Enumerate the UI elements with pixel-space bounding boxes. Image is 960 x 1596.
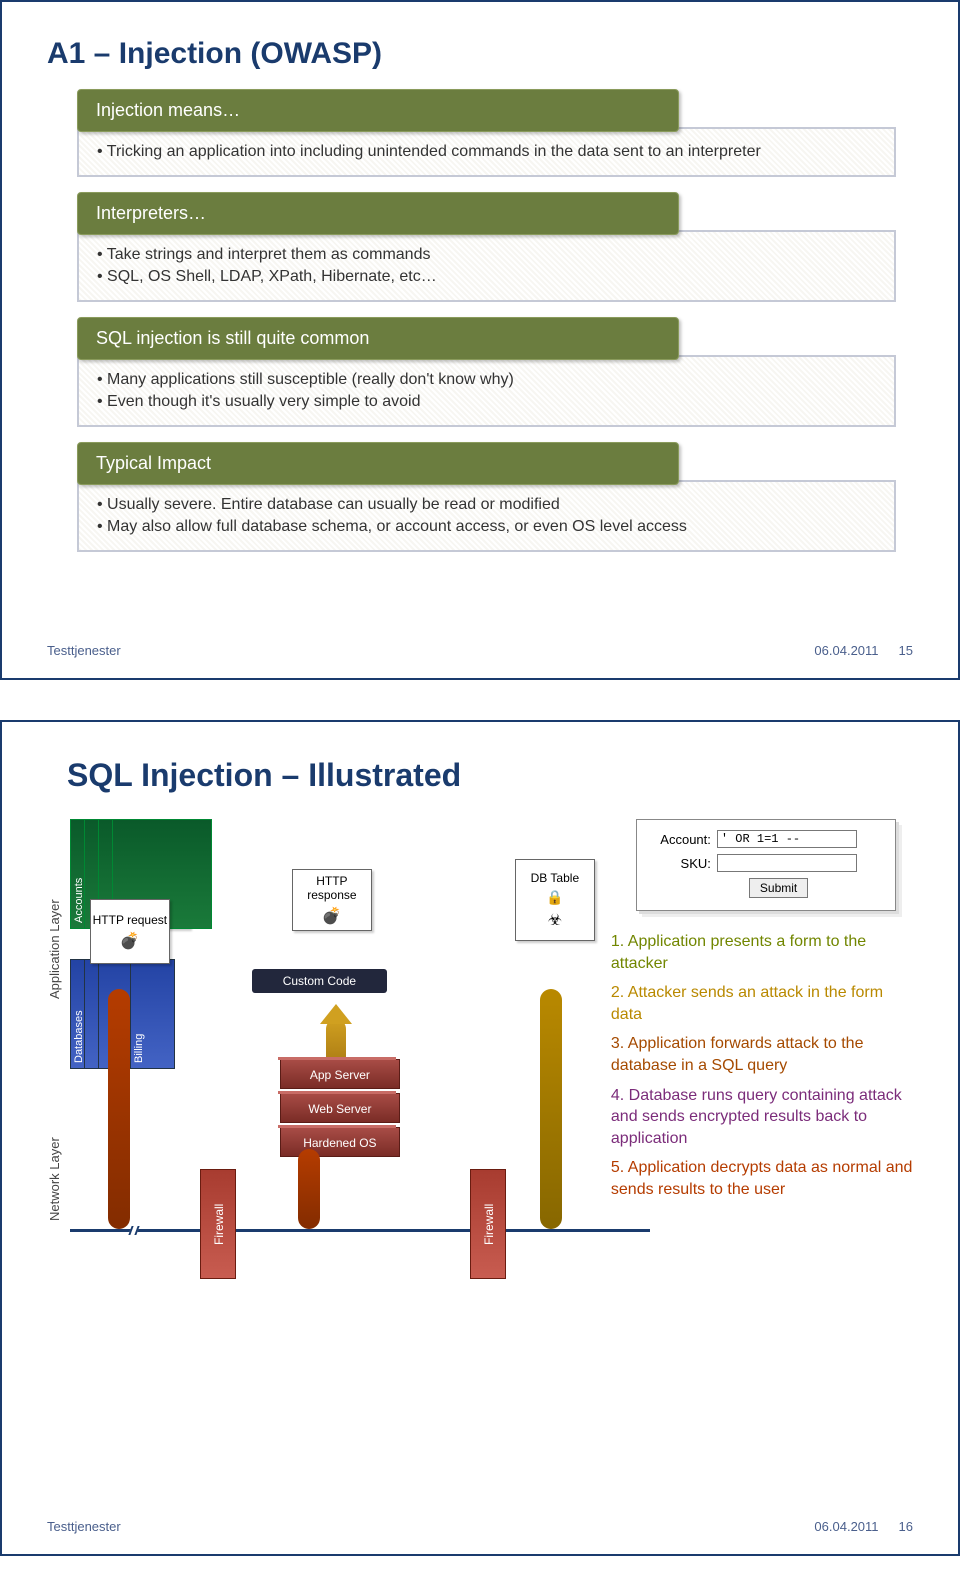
- attack-form: Account: SKU: Submit: [636, 819, 896, 911]
- bullet: SQL, OS Shell, LDAP, XPath, Hibernate, e…: [97, 266, 882, 288]
- section-body: Tricking an application into including u…: [77, 127, 896, 177]
- tube-yellow-right: [540, 989, 562, 1229]
- custom-code-label: Custom Code: [252, 969, 387, 993]
- section-injection-means: Injection means… Tricking an application…: [77, 89, 913, 177]
- sku-label: SKU:: [649, 856, 711, 871]
- footer-date: 06.04.2011: [814, 643, 878, 658]
- slide-footer: Testtjenester 06.04.2011 15: [47, 643, 913, 658]
- section-body: Take strings and interpret them as comma…: [77, 230, 896, 302]
- slide-15: A1 – Injection (OWASP) Injection means… …: [0, 0, 960, 680]
- bomb-icon: 💣: [322, 906, 342, 926]
- section-body: Usually severe. Entire database can usua…: [77, 480, 896, 552]
- section-header: Typical Impact: [77, 442, 679, 485]
- bullet: Usually severe. Entire database can usua…: [97, 494, 882, 516]
- section-body: Many applications still susceptible (rea…: [77, 355, 896, 427]
- web-server: Web Server: [280, 1093, 400, 1123]
- submit-button[interactable]: Submit: [749, 878, 808, 898]
- firewall-left: Firewall: [200, 1169, 236, 1279]
- attack-steps: 1. Application presents a form to the at…: [611, 931, 913, 1201]
- bomb-icon: 💣: [120, 931, 140, 951]
- network-break-icon: [128, 1226, 139, 1235]
- section-sql-common: SQL injection is still quite common Many…: [77, 317, 913, 427]
- layer-labels: Application Layer Network Layer: [47, 819, 70, 1319]
- slide-16: SQL Injection – Illustrated Application …: [0, 720, 960, 1556]
- page-title: SQL Injection – Illustrated: [67, 757, 913, 794]
- section-header: Interpreters…: [77, 192, 679, 235]
- account-label: Account:: [649, 832, 711, 847]
- step-5: 5. Application decrypts data as normal a…: [611, 1157, 913, 1200]
- lock-icon: 🔒: [546, 889, 563, 906]
- step-4: 4. Database runs query containing attack…: [611, 1085, 913, 1150]
- network-line: [70, 1229, 650, 1232]
- section-header: SQL injection is still quite common: [77, 317, 679, 360]
- hardened-os: Hardened OS: [280, 1127, 400, 1157]
- step-2: 2. Attacker sends an attack in the form …: [611, 982, 913, 1025]
- http-response-box: HTTP response 💣: [292, 869, 372, 931]
- diagram-area: Application Layer Network Layer HTTP req…: [47, 819, 913, 1319]
- billing-box: Billing: [130, 959, 175, 1069]
- step-1: 1. Application presents a form to the at…: [611, 931, 913, 974]
- diagram: HTTP request 💣 Accounts HTTP response 💣 …: [70, 819, 601, 1319]
- footer-page: 16: [899, 1519, 913, 1534]
- slide-footer: Testtjenester 06.04.2011 16: [47, 1519, 913, 1534]
- http-response-label: HTTP response: [293, 874, 371, 902]
- server-stack: App Server Web Server Hardened OS: [280, 1059, 400, 1161]
- sku-input[interactable]: [717, 854, 857, 872]
- db-table-label: DB Table: [531, 871, 579, 885]
- section-impact: Typical Impact Usually severe. Entire da…: [77, 442, 913, 552]
- db-table-box: DB Table 🔒 ☣: [515, 859, 595, 941]
- page-title: A1 – Injection (OWASP): [47, 37, 913, 71]
- bullet: Tricking an application into including u…: [97, 141, 882, 163]
- http-request-box: HTTP request 💣: [90, 899, 170, 964]
- tube-red-left: [108, 989, 130, 1229]
- http-request-label: HTTP request: [93, 913, 167, 927]
- bullet: May also allow full database schema, or …: [97, 516, 882, 538]
- bullet: Even though it's usually very simple to …: [97, 391, 882, 413]
- footer-left: Testtjenester: [47, 643, 121, 658]
- network-layer-label: Network Layer: [47, 1079, 70, 1279]
- firewall-right: Firewall: [470, 1169, 506, 1279]
- application-layer-label: Application Layer: [47, 819, 70, 1079]
- section-interpreters: Interpreters… Take strings and interpret…: [77, 192, 913, 302]
- arrow-up-icon: [320, 1004, 352, 1024]
- account-input[interactable]: [717, 830, 857, 848]
- step-3: 3. Application forwards attack to the da…: [611, 1033, 913, 1076]
- footer-date: 06.04.2011: [814, 1519, 878, 1534]
- database-stack: Databases Billing: [70, 959, 200, 1089]
- right-column: Account: SKU: Submit 1. Application pres…: [611, 819, 913, 1319]
- bullet: Take strings and interpret them as comma…: [97, 244, 882, 266]
- bullet: Many applications still susceptible (rea…: [97, 369, 882, 391]
- footer-page: 15: [899, 643, 913, 658]
- footer-left: Testtjenester: [47, 1519, 121, 1534]
- section-header: Injection means…: [77, 89, 679, 132]
- biohazard-icon: ☣: [548, 910, 562, 930]
- app-server: App Server: [280, 1059, 400, 1089]
- tube-red-mid: [298, 1149, 320, 1229]
